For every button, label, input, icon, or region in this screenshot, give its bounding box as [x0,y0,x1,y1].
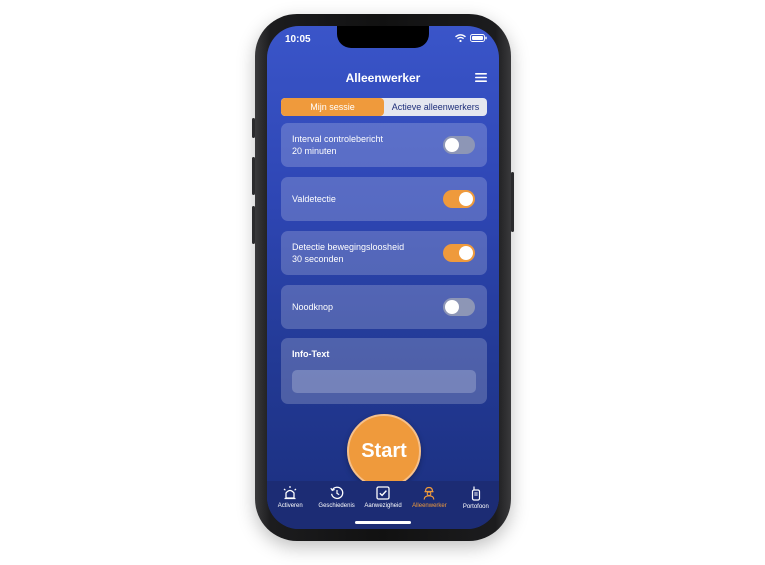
tab-actieve-alleenwerkers[interactable]: Actieve alleenwerkers [384,98,487,116]
interval-toggle[interactable] [443,136,475,154]
hamburger-menu-icon[interactable] [475,73,487,82]
home-indicator [355,521,411,524]
setting-title: Valdetectie [292,194,336,204]
setting-title: Detectie bewegingsloosheid [292,242,405,252]
start-button[interactable]: Start [347,414,421,488]
tab-label: Alleenwerker [412,503,447,509]
setting-title: Interval controlebericht [292,134,384,144]
status-icons [455,34,487,42]
phone-frame: 10:05 Alleenwerker Mijn sessie Actieve a… [252,14,514,541]
status-time: 10:05 [285,34,311,45]
tab-label: Portofoon [462,504,489,510]
power-button [511,172,514,232]
info-text-title: Info-Text [292,349,330,359]
setting-card-bewegingsloosheid: Detectie bewegingsloosheid 30 seconden [281,231,487,275]
toggle-knob [445,138,459,152]
worker-icon [424,486,435,500]
checkbox-icon [376,486,390,500]
segmented-control: Mijn sessie Actieve alleenwerkers [281,98,487,116]
volume-up-button [252,157,255,195]
setting-title: Noodknop [292,302,334,312]
notch [337,26,429,48]
toggle-knob [459,246,473,260]
tab-mijn-sessie[interactable]: Mijn sessie [281,98,384,116]
tab-activeren[interactable]: Activeren [267,481,313,529]
info-text-card: Info-Text [281,338,487,404]
valdetectie-toggle[interactable] [443,190,475,208]
setting-card-noodknop: Noodknop [281,285,487,329]
tab-label: Activeren [277,503,303,509]
battery-icon [470,34,487,42]
setting-label: Detectie bewegingsloosheid 30 seconden [292,241,404,265]
tab-alleenwerker[interactable]: Alleenwerker [406,481,452,529]
history-icon [329,486,343,500]
alarm-light-icon [283,486,297,500]
tab-portofoon[interactable]: Portofoon [453,481,499,529]
mute-switch [252,118,255,138]
setting-subtitle: 30 seconden [292,254,344,264]
setting-card-interval: Interval controlebericht 20 minuten [281,123,487,167]
tab-label: Geschiedenis [318,503,355,509]
volume-down-button [252,206,255,244]
tab-label: Aanwezigheid [364,503,402,509]
noodknop-toggle[interactable] [443,298,475,316]
page-title: Alleenwerker [345,71,421,85]
wifi-icon [455,34,466,42]
app-screen: 10:05 Alleenwerker Mijn sessie Actieve a… [267,26,499,529]
setting-label: Interval controlebericht 20 minuten [292,133,383,157]
setting-label: Valdetectie [292,193,336,205]
toggle-knob [459,192,473,206]
bewegingsloosheid-toggle[interactable] [443,244,475,262]
setting-label: Noodknop [292,301,333,313]
toggle-knob [445,300,459,314]
setting-card-valdetectie: Valdetectie [281,177,487,221]
setting-subtitle: 20 minuten [292,146,337,156]
tab-geschiedenis[interactable]: Geschiedenis [313,481,359,529]
info-text-input[interactable] [292,370,476,393]
walkie-talkie-icon [471,486,480,501]
